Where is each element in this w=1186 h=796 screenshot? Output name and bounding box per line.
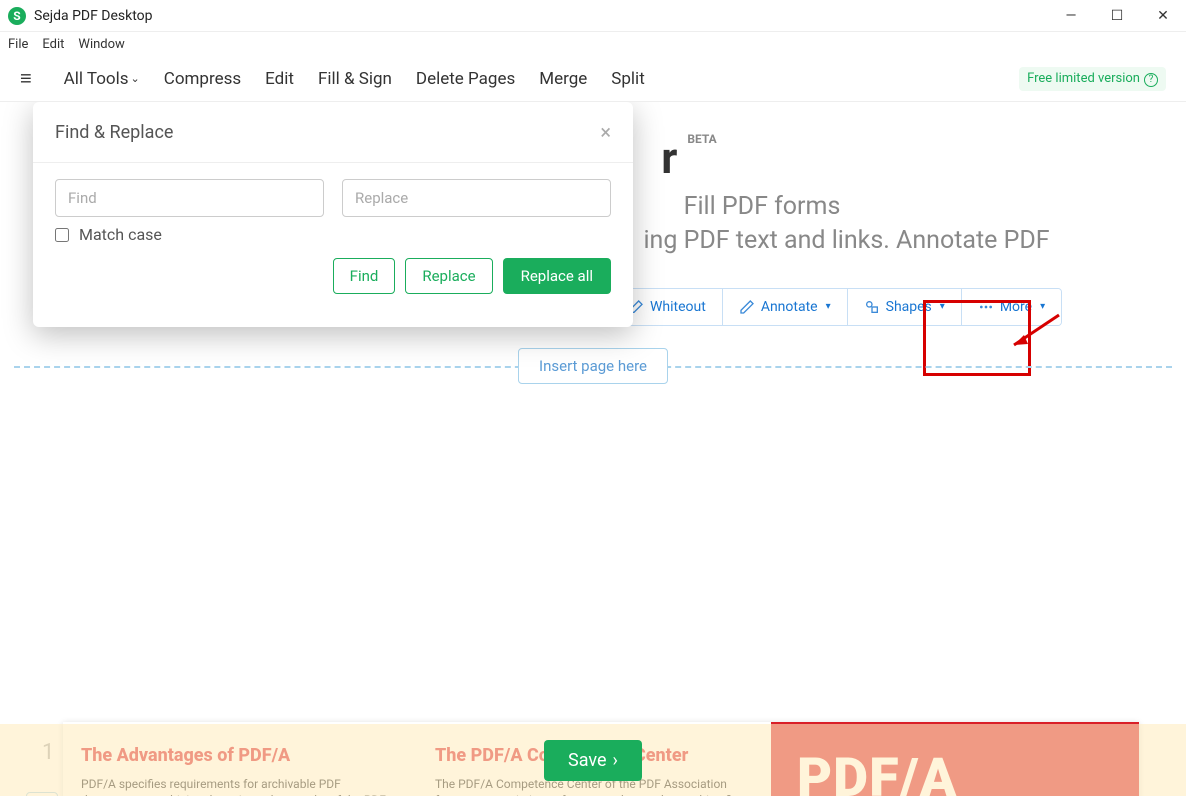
match-case-label: Match case xyxy=(79,225,162,244)
shapes-tool[interactable]: Shapes▾ xyxy=(848,289,962,325)
save-bar: Save › xyxy=(0,724,1186,796)
find-input[interactable] xyxy=(55,179,324,217)
hamburger-icon[interactable]: ≡ xyxy=(20,66,32,91)
annotate-tool[interactable]: Annotate▾ xyxy=(723,289,848,325)
compress-button[interactable]: Compress xyxy=(164,69,241,89)
match-case-checkbox[interactable] xyxy=(55,228,69,242)
replace-input[interactable] xyxy=(342,179,611,217)
menu-window[interactable]: Window xyxy=(78,37,124,52)
save-button[interactable]: Save › xyxy=(544,740,642,781)
replace-all-button[interactable]: Replace all xyxy=(503,258,611,294)
app-logo: S xyxy=(8,7,26,25)
menu-edit[interactable]: Edit xyxy=(42,37,64,52)
shapes-icon xyxy=(864,299,880,315)
main-toolbar: ≡ All Tools⌄ Compress Edit Fill & Sign D… xyxy=(0,56,1186,102)
merge-button[interactable]: Merge xyxy=(539,69,587,89)
pencil-icon xyxy=(739,299,755,315)
menu-file[interactable]: File xyxy=(8,37,28,52)
help-icon: ? xyxy=(1144,73,1158,87)
insert-page-row: Insert page here xyxy=(0,348,1186,384)
find-button[interactable]: Find xyxy=(333,258,396,294)
dialog-close-button[interactable]: × xyxy=(600,120,611,144)
insert-page-button[interactable]: Insert page here xyxy=(518,348,668,384)
title-bar: S Sejda PDF Desktop — ☐ ✕ xyxy=(0,0,1186,32)
more-tool[interactable]: More▾ xyxy=(962,289,1061,325)
free-version-badge[interactable]: Free limited version? xyxy=(1019,67,1166,91)
find-replace-dialog: Find & Replace × Match case Find Replace… xyxy=(33,102,633,327)
chevron-right-icon: › xyxy=(613,750,618,771)
dialog-title: Find & Replace xyxy=(55,122,173,143)
split-button[interactable]: Split xyxy=(611,69,644,89)
window-title: Sejda PDF Desktop xyxy=(34,8,153,24)
chevron-down-icon: ▾ xyxy=(826,301,831,312)
delete-pages-button[interactable]: Delete Pages xyxy=(416,69,515,89)
content-area: Find & Replace × Match case Find Replace… xyxy=(0,102,1186,796)
edit-button[interactable]: Edit xyxy=(265,69,294,89)
beta-badge: BETA xyxy=(687,132,716,146)
replace-button[interactable]: Replace xyxy=(405,258,492,294)
all-tools-menu[interactable]: All Tools⌄ xyxy=(64,69,140,89)
chevron-down-icon: ▾ xyxy=(1040,301,1045,312)
maximize-button[interactable]: ☐ xyxy=(1094,0,1140,32)
ellipsis-icon xyxy=(978,299,994,315)
minimize-button[interactable]: — xyxy=(1048,0,1094,32)
close-window-button[interactable]: ✕ xyxy=(1140,0,1186,32)
fill-sign-button[interactable]: Fill & Sign xyxy=(318,69,392,89)
chevron-down-icon: ▾ xyxy=(940,301,945,312)
menu-bar: File Edit Window xyxy=(0,32,1186,56)
